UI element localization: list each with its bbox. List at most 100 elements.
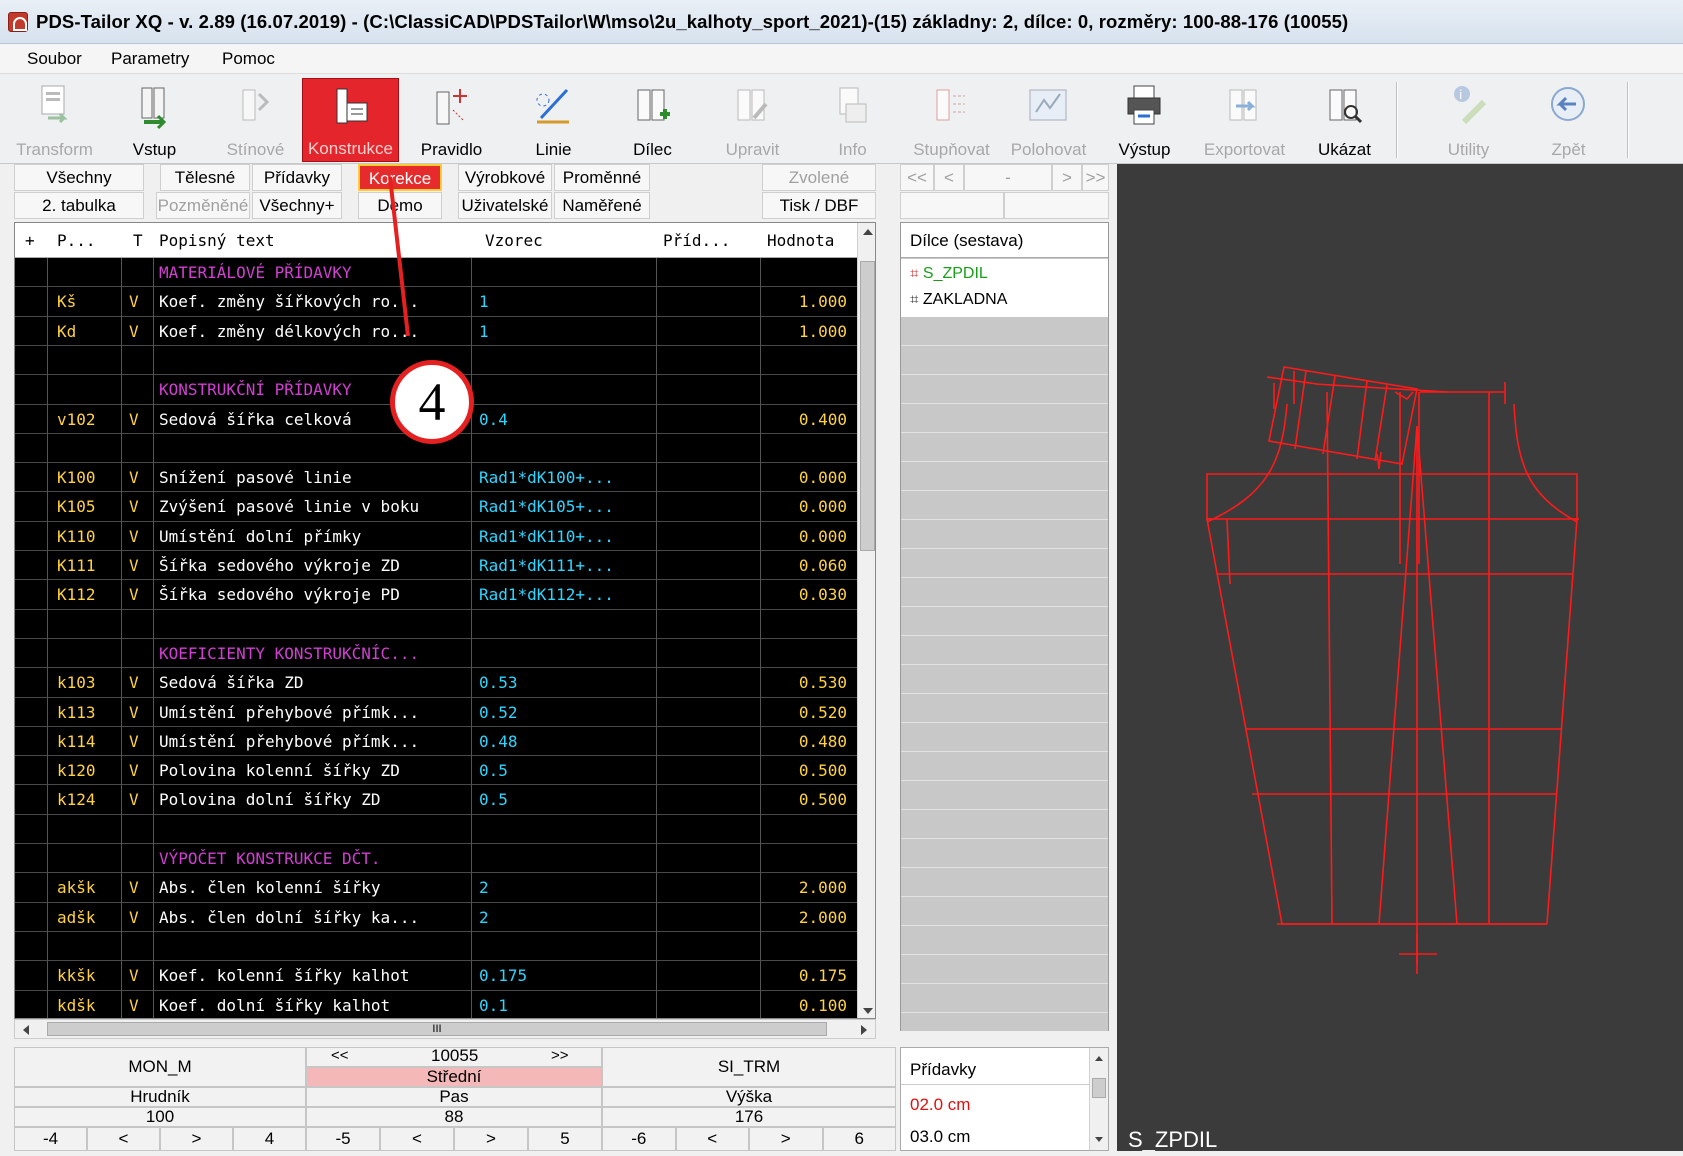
table-row[interactable]: kkškVKoef. kolenní šířky kalhot0.1750.17… [15, 961, 876, 990]
scroll-up-arrow-icon[interactable] [863, 229, 873, 235]
pattern-canvas[interactable]: S_ZPDIL [1117, 164, 1683, 1151]
table-row[interactable]: k113VUmístění přehybové přímk...0.520.52… [15, 698, 876, 727]
pravidlo-button[interactable]: Pravidlo [403, 78, 500, 162]
table-row[interactable]: kdškVKoef. dolní šířky kalhot0.10.100 [15, 991, 876, 1020]
grid-vscrollbar[interactable] [857, 223, 876, 1019]
size-step-button[interactable]: > [454, 1127, 528, 1151]
grid-hscrollbar[interactable]: III [14, 1019, 876, 1039]
section-row[interactable]: MATERIÁLOVÉ PŘÍDAVKY [15, 258, 876, 287]
list-item-s-zpdil[interactable]: ⌗ S_ZPDIL [910, 265, 988, 289]
filter-vyrobkove[interactable]: Výrobkové [458, 164, 552, 191]
table-row[interactable]: k124VPolovina dolní šířky ZD0.50.500 [15, 785, 876, 814]
size-step-button[interactable]: 4 [233, 1127, 306, 1151]
table-row[interactable]: K112VŠířka sedového výkroje PDRad1*dK112… [15, 580, 876, 609]
stinove-button[interactable]: Stínové [207, 78, 304, 162]
size-step-button[interactable]: 6 [823, 1127, 897, 1151]
filter-uzivatelske[interactable]: Uživatelské [458, 192, 552, 219]
col-description[interactable]: Popisný text [159, 231, 275, 250]
size-step-button[interactable]: < [380, 1127, 454, 1151]
stupnovat-button[interactable]: Stupňovat [903, 78, 1000, 162]
zpet-button[interactable]: Zpět [1520, 78, 1617, 162]
filter-promenne[interactable]: Proměnné [554, 164, 650, 191]
allowance-item[interactable]: 02.0 cm [910, 1095, 970, 1115]
menu-soubor[interactable]: Soubor [27, 49, 82, 69]
scroll-left-arrow-icon[interactable] [23, 1025, 29, 1035]
col-allowance[interactable]: Příd... [663, 231, 730, 250]
table-row[interactable] [15, 932, 876, 961]
filter-zvolene[interactable]: Zvolené [762, 164, 876, 191]
linie-button[interactable]: Linie [505, 78, 602, 162]
dilec-button[interactable]: Dílec [604, 78, 701, 162]
col-param[interactable]: P... [57, 231, 96, 250]
filter-namerene[interactable]: Naměřené [554, 192, 650, 219]
konstrukce-button[interactable]: Konstrukce [302, 78, 399, 162]
vstup-button[interactable]: Vstup [106, 78, 203, 162]
section-row[interactable]: KOEFICIENTY KONSTRUKČNÍC... [15, 639, 876, 668]
allowance-item[interactable]: 03.0 cm [910, 1127, 970, 1147]
scroll-down-arrow-icon[interactable] [1095, 1137, 1103, 1142]
size-step-button[interactable]: > [160, 1127, 233, 1151]
filter-vsechny-plus[interactable]: Všechny+ [252, 192, 342, 219]
col-formula[interactable]: Vzorec [485, 231, 543, 250]
filter-demo[interactable]: Demo [358, 192, 442, 219]
filter-korekce[interactable]: Korekce [358, 164, 442, 191]
table-row[interactable]: K111VŠířka sedového výkroje ZDRad1*dK111… [15, 551, 876, 580]
size-step-button[interactable]: < [676, 1127, 750, 1151]
table-row[interactable]: adškVAbs. člen dolní šířky ka...22.000 [15, 903, 876, 932]
menu-pomoc[interactable]: Pomoc [222, 49, 275, 69]
grid-hscroll-thumb[interactable]: III [47, 1022, 827, 1036]
table-row[interactable]: KdVKoef. změny délkových ro...11.000 [15, 317, 876, 346]
polohovat-button[interactable]: Polohovat [1000, 78, 1097, 162]
allowances-scrollbar[interactable] [1089, 1048, 1108, 1150]
table-row[interactable]: akškVAbs. člen kolenní šířky22.000 [15, 873, 876, 902]
filter-telesne[interactable]: Tělesné [160, 164, 250, 191]
table-row[interactable]: k120VPolovina kolenní šířky ZD0.50.500 [15, 756, 876, 785]
exportovat-button[interactable]: Exportovat [1196, 78, 1293, 162]
info-button[interactable]: Info [804, 78, 901, 162]
param-type: V [129, 732, 139, 751]
nav-next-button[interactable]: > [1052, 164, 1082, 191]
size-step-button[interactable]: -5 [306, 1127, 380, 1151]
ukazat-button[interactable]: Ukázat [1296, 78, 1393, 162]
nav-last-button[interactable]: >> [1082, 164, 1109, 191]
scroll-right-arrow-icon[interactable] [861, 1025, 867, 1035]
upravit-button[interactable]: Upravit [704, 78, 801, 162]
filter-pozmenene[interactable]: Pozměněné [156, 192, 250, 219]
size-next-button[interactable]: >> [551, 1047, 569, 1064]
table-row[interactable]: k114VUmístění přehybové přímk...0.480.48… [15, 727, 876, 756]
col-type[interactable]: T [133, 231, 143, 250]
col-plus[interactable]: + [25, 231, 35, 250]
menu-parametry[interactable]: Parametry [111, 49, 189, 69]
table-row[interactable] [15, 815, 876, 844]
utility-button[interactable]: i Utility [1420, 78, 1517, 162]
list-item-zakladna[interactable]: ⌗ ZAKLADNA [910, 291, 1007, 315]
table-row[interactable]: KšVKoef. změny šířkových ro...11.000 [15, 287, 876, 316]
scroll-up-arrow-icon[interactable] [1095, 1056, 1103, 1061]
filter-pridavky[interactable]: Přídavky [252, 164, 342, 191]
scroll-down-arrow-icon[interactable] [863, 1008, 873, 1014]
nav-first-button[interactable]: << [900, 164, 934, 191]
allowances-scroll-thumb[interactable] [1092, 1078, 1106, 1098]
grid-vscroll-thumb[interactable] [860, 261, 875, 551]
size-step-button[interactable]: < [87, 1127, 160, 1151]
table-row[interactable]: K105VZvýšení pasové linie v bokuRad1*dK1… [15, 492, 876, 521]
table-row[interactable]: K100VSnížení pasové linieRad1*dK100+...0… [15, 463, 876, 492]
size-prev-button[interactable]: << [331, 1047, 349, 1064]
filter-vsechny[interactable]: Všechny [14, 164, 144, 191]
table-row[interactable]: k103VSedová šířka ZD0.530.530 [15, 668, 876, 697]
table-row[interactable]: K110VUmístění dolní přímkyRad1*dK110+...… [15, 522, 876, 551]
transform-button[interactable]: Transform [6, 78, 103, 162]
size-step-button[interactable]: -4 [14, 1127, 87, 1151]
size-step-button[interactable]: 5 [528, 1127, 602, 1151]
size-step-button[interactable]: > [749, 1127, 823, 1151]
size-step-button[interactable]: -6 [602, 1127, 676, 1151]
nav-prev-button[interactable]: < [934, 164, 964, 191]
table-row[interactable] [15, 610, 876, 639]
filter-tisk-dbf[interactable]: Tisk / DBF [762, 192, 876, 219]
vystup-button[interactable]: Výstup [1096, 78, 1193, 162]
filter-2-tabulka[interactable]: 2. tabulka [14, 192, 144, 219]
section-row[interactable]: VÝPOČET KONSTRUKCE DČT. [15, 844, 876, 873]
size-right-name[interactable]: SI_TRM [602, 1047, 896, 1087]
size-left-name[interactable]: MON_M [14, 1047, 306, 1087]
col-value[interactable]: Hodnota [767, 231, 834, 250]
